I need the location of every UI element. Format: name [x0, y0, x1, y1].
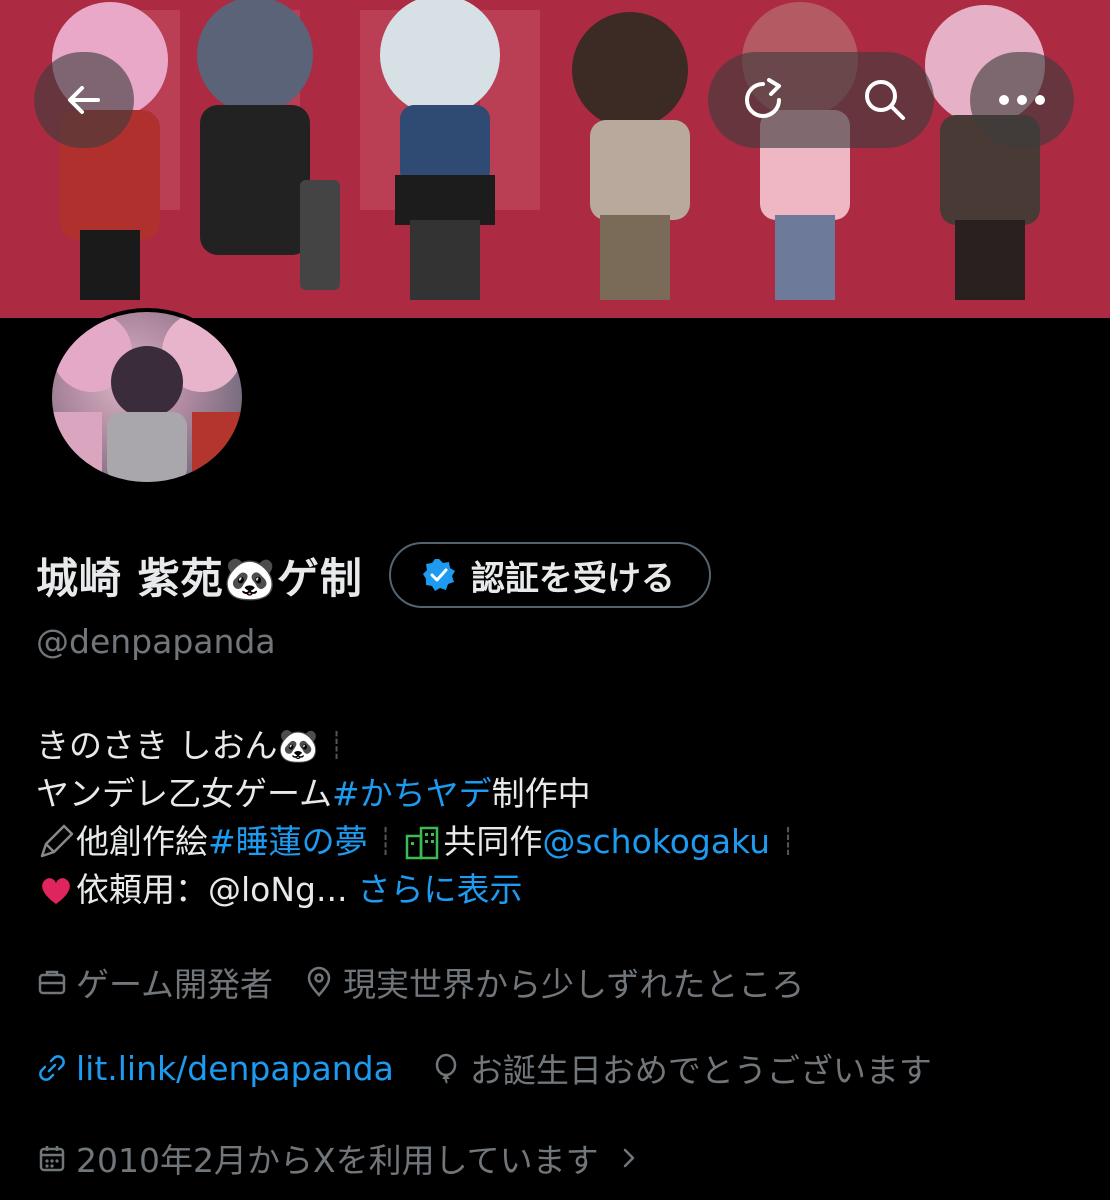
bio-text: ヤンデレ乙女ゲーム	[36, 774, 333, 813]
birthday-text: お誕生日おめでとうございます	[469, 1051, 932, 1090]
bio-text: 共同作	[443, 822, 543, 861]
website[interactable]: lit.link/denpapanda	[36, 1049, 394, 1088]
bio-text: 他創作絵	[76, 822, 208, 861]
banner-illustration	[0, 0, 1110, 318]
link-icon	[39, 1055, 65, 1081]
name-row: 城崎 紫苑🐼ゲ制 認証を受ける	[36, 538, 711, 612]
get-verified-button[interactable]: 認証を受ける	[388, 542, 711, 608]
bio-line-3: 他創作絵 #睡蓮の夢 ┊ 共同作 @schokogaku ┊	[36, 818, 806, 866]
job-text: ゲーム開発者	[76, 965, 274, 1004]
hashtag-link[interactable]: #睡蓮の夢	[208, 818, 368, 866]
join-date[interactable]: 2010年2月からXを利用しています	[36, 1134, 641, 1182]
bio-text: 依頼用：@loNg...	[76, 870, 348, 909]
building-icon	[406, 826, 439, 860]
hashtag-link[interactable]: #かちヤデ	[332, 770, 492, 818]
back-button[interactable]	[34, 52, 134, 148]
location-text: 現実世界から少しずれたところ	[343, 965, 805, 1004]
refresh-icon	[745, 78, 781, 118]
profile-meta-row-2: lit.link/denpapanda お誕生日おめでとうございます	[36, 1044, 932, 1092]
job-category: ゲーム開発者	[36, 958, 273, 1006]
bio: きのさき しおん🐼 ┊ ヤンデレ乙女ゲーム #かちヤデ 制作中 他創作絵 #睡蓮…	[36, 722, 806, 914]
chevron-right-icon	[623, 1148, 634, 1168]
dotted-separator: ┊	[780, 827, 796, 857]
bio-text: 制作中	[491, 774, 591, 813]
bio-line-4: 依頼用：@loNg... さらに表示	[36, 866, 806, 914]
briefcase-icon	[38, 970, 66, 995]
balloon-icon	[435, 1053, 457, 1084]
join-date-text: 2010年2月からXを利用しています	[76, 1141, 599, 1180]
pencil-icon	[40, 824, 74, 858]
avatar[interactable]	[48, 308, 246, 486]
location: 現実世界から少しずれたところ	[303, 958, 804, 1006]
profile-page: 城崎 紫苑🐼ゲ制 認証を受ける @denpapanda きのさき しおん🐼 ┊ …	[0, 0, 1110, 1200]
get-verified-label: 認証を受ける	[470, 558, 675, 599]
username-handle: @denpapanda	[36, 622, 276, 661]
bio-text: きのさき しおん🐼	[36, 726, 319, 765]
website-link[interactable]: lit.link/denpapanda	[76, 1049, 394, 1088]
avatar-illustration	[52, 312, 242, 482]
birthday: お誕生日おめでとうございます	[430, 1044, 932, 1092]
more-button[interactable]	[970, 52, 1074, 148]
search-button[interactable]	[830, 52, 940, 148]
dotted-separator: ┊	[377, 827, 394, 857]
mention-link[interactable]: @schokogaku	[542, 818, 770, 866]
bio-line-2: ヤンデレ乙女ゲーム #かちヤデ 制作中	[36, 770, 806, 818]
display-name: 城崎 紫苑🐼ゲ制	[36, 553, 363, 603]
show-more-link[interactable]: さらに表示	[357, 866, 522, 914]
profile-meta-row-1: ゲーム開発者 現実世界から少しずれたところ	[36, 958, 804, 1006]
back-arrow-icon	[68, 86, 100, 114]
more-icon	[999, 95, 1045, 105]
heart-icon	[42, 878, 70, 904]
dotted-separator: ┊	[328, 731, 345, 761]
refresh-button[interactable]	[708, 52, 818, 148]
bio-line-1: きのさき しおん🐼 ┊	[36, 722, 806, 770]
profile-meta-row-3[interactable]: 2010年2月からXを利用しています	[36, 1134, 641, 1182]
search-icon	[865, 80, 905, 120]
location-pin-icon	[307, 966, 331, 997]
header-banner[interactable]	[0, 0, 1110, 318]
calendar-icon	[39, 1146, 65, 1172]
verified-badge-icon	[422, 559, 455, 591]
